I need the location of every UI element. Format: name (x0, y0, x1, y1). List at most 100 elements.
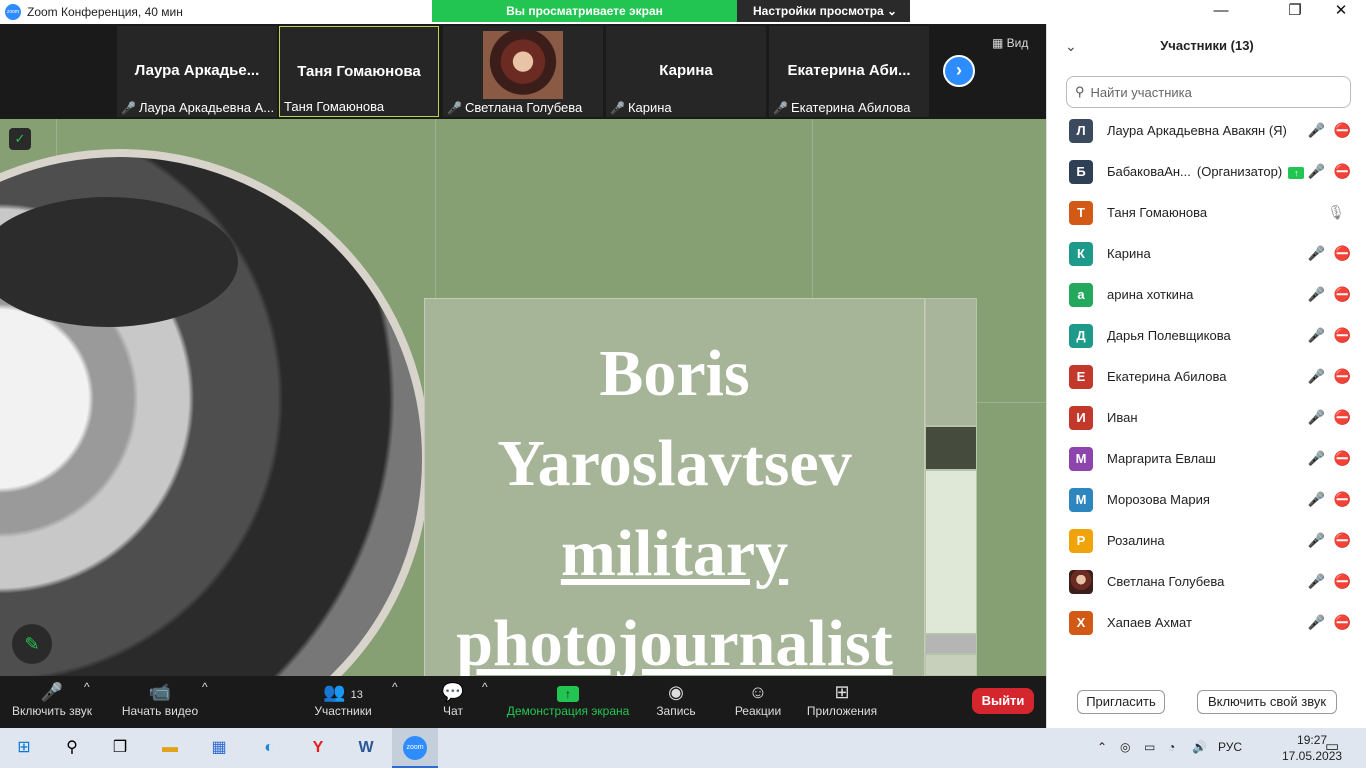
camera-off-icon[interactable]: ⛔ (1334, 573, 1351, 590)
participant-role: (Организатор) (1196, 164, 1283, 179)
audio-options-chevron-icon[interactable]: ^ (84, 680, 90, 694)
participant-name: Хапаев Ахмат (1107, 615, 1192, 630)
invite-button[interactable]: Пригласить (1077, 690, 1165, 714)
record-button[interactable]: ◉ Запись (652, 680, 700, 718)
mic-muted-icon[interactable]: 🎤 (1308, 491, 1325, 508)
mic-muted-icon[interactable]: 🎤 (1308, 614, 1325, 631)
mic-muted-icon[interactable]: 🎤 (1308, 327, 1325, 344)
participant-row[interactable]: Р Розалина 🎤 ⛔ (1047, 520, 1366, 561)
video-tile[interactable]: 🎤 Светлана Голубева (443, 26, 603, 117)
participant-name: Екатерина Абилова (1107, 369, 1226, 384)
battery-icon[interactable]: ▭ (1144, 740, 1155, 754)
yandex-browser-icon[interactable]: Y (306, 736, 330, 760)
participant-name: Маргарита Евлаш (1107, 451, 1216, 466)
camera-off-icon[interactable]: ⛔ (1334, 327, 1351, 344)
zoom-app-icon: zoom (403, 736, 427, 760)
slide-decor-bar (925, 470, 977, 634)
mic-muted-icon[interactable]: 🎤 (1308, 409, 1325, 426)
share-screen-button[interactable]: ↑ Демонстрация экрана (505, 680, 631, 718)
participant-name: Карина (1107, 246, 1151, 261)
video-tile[interactable]: Лаура Аркадье... 🎤 Лаура Аркадьевна А... (117, 26, 277, 117)
task-view-icon[interactable]: ❒ (108, 736, 132, 760)
participant-row[interactable]: Х Хапаев Ахмат 🎤 ⛔ (1047, 602, 1366, 643)
close-button[interactable]: ✕ (1318, 0, 1364, 24)
participant-row[interactable]: М Морозова Мария 🎤 ⛔ (1047, 479, 1366, 520)
participant-row[interactable]: К Карина 🎤 ⛔ (1047, 233, 1366, 274)
reactions-button[interactable]: ☺ Реакции (730, 680, 786, 718)
camera-off-icon[interactable]: ⛔ (1334, 532, 1351, 549)
minimize-button[interactable]: — (1198, 0, 1244, 24)
word-icon[interactable]: W (354, 736, 378, 760)
participant-row[interactable]: Е Екатерина Абилова 🎤 ⛔ (1047, 356, 1366, 397)
camera-off-icon[interactable]: ⛔ (1334, 245, 1351, 262)
search-input[interactable] (1090, 84, 1331, 100)
network-icon[interactable]: ◔ (1168, 740, 1175, 754)
avatar: Х (1069, 610, 1093, 635)
mic-muted-icon[interactable]: 🎤 (1308, 245, 1325, 262)
camera-off-icon[interactable]: ⛔ (1334, 491, 1351, 508)
zoom-taskbar-button[interactable]: zoom (392, 728, 438, 768)
webcam-icon[interactable]: ◎ (1120, 740, 1130, 754)
unmute-self-button[interactable]: Включить свой звук (1197, 690, 1337, 714)
mic-muted-icon[interactable]: 🎤 (1308, 573, 1325, 590)
mic-muted-icon[interactable]: 🎤 (1308, 450, 1325, 467)
camera-off-icon[interactable]: ⛔ (1334, 122, 1351, 139)
notifications-icon[interactable]: ▭ (1325, 737, 1339, 755)
apps-button[interactable]: ⊞ Приложения (804, 680, 880, 718)
volume-icon[interactable]: 🔊 (1192, 740, 1207, 754)
participant-name-text: Дарья Полевщикова (1107, 328, 1231, 343)
avatar: Д (1069, 323, 1093, 348)
mic-muted-icon[interactable]: 🎤 (1308, 532, 1325, 549)
encryption-shield-icon[interactable]: ✓ (9, 128, 31, 150)
participant-search[interactable]: ⚲ (1066, 76, 1351, 108)
shared-screen: Boris Yaroslavtsev military photojournal… (0, 119, 1046, 676)
camera-off-icon[interactable]: ⛔ (1334, 163, 1351, 180)
mic-muted-icon[interactable]: 🎤 (1308, 122, 1325, 139)
participant-row[interactable]: Л Лаура Аркадьевна Авакян (Я) 🎤 ⛔ (1047, 110, 1366, 151)
edge-icon[interactable]: ◐ (257, 736, 281, 760)
annotate-pencil-icon[interactable]: ✎ (12, 624, 52, 664)
participant-name: Иван (1107, 410, 1138, 425)
windows-start-icon[interactable]: ⊞ (12, 736, 36, 760)
tray-chevron-icon[interactable]: ⌃ (1097, 740, 1107, 754)
view-settings-button[interactable]: Настройки просмотра ⌄ (737, 0, 910, 22)
camera-off-icon[interactable]: ⛔ (1334, 450, 1351, 467)
participant-row[interactable]: М Маргарита Евлаш 🎤 ⛔ (1047, 438, 1366, 479)
video-options-chevron-icon[interactable]: ^ (202, 680, 208, 694)
participant-row[interactable]: И Иван 🎤 ⛔ (1047, 397, 1366, 438)
camera-off-icon[interactable]: ⛔ (1334, 286, 1351, 303)
mic-muted-icon[interactable]: 🎤 (1308, 368, 1325, 385)
participant-row[interactable]: Б БабаковаАн... (Организатор) ↑ 🎤 ⛔ (1047, 151, 1366, 192)
store-icon[interactable]: ▦ (207, 736, 231, 760)
participants-options-chevron-icon[interactable]: ^ (392, 680, 398, 694)
unmute-button[interactable]: 🎤 Включить звук (10, 680, 94, 718)
participant-row[interactable]: Светлана Голубева 🎤 ⛔ (1047, 561, 1366, 602)
chat-button[interactable]: 💬 Чат (438, 680, 468, 718)
start-video-button[interactable]: 📹 Начать видео (120, 680, 200, 718)
tile-display-name: Лаура Аркадье... (134, 62, 260, 79)
camera-off-icon[interactable]: ⛔ (1334, 409, 1351, 426)
video-tile[interactable]: Екатерина Аби... 🎤 Екатерина Абилова (769, 26, 929, 117)
viewing-banner: Вы просматриваете экран БабаковаАнастаси… (432, 0, 910, 40)
maximize-button[interactable]: ❐ (1272, 0, 1318, 24)
next-page-arrow-icon[interactable]: › (943, 55, 975, 87)
reactions-smiley-icon: ☺ (748, 682, 768, 702)
file-explorer-icon[interactable]: ▬ (158, 736, 182, 760)
participants-button[interactable]: 👥 13 Участники (310, 680, 376, 718)
camera-off-icon[interactable]: ⛔ (1334, 614, 1351, 631)
participant-row[interactable]: Т Таня Гомаюнова 🎙 (1047, 192, 1366, 233)
view-button[interactable]: ▦ Вид (992, 36, 1028, 50)
participant-row[interactable]: Д Дарья Полевщикова 🎤 ⛔ (1047, 315, 1366, 356)
video-tile-active-speaker[interactable]: Таня Гомаюнова Таня Гомаюнова (279, 26, 439, 117)
participant-row[interactable]: а арина хоткина 🎤 ⛔ (1047, 274, 1366, 315)
mic-muted-icon[interactable]: 🎤 (1308, 286, 1325, 303)
mic-muted-icon[interactable]: 🎤 (1308, 163, 1325, 180)
language-indicator[interactable]: РУС (1218, 740, 1242, 754)
camera-off-icon[interactable]: ⛔ (1334, 368, 1351, 385)
search-icon[interactable]: ⚲ (60, 736, 84, 760)
mic-on-icon[interactable]: 🎙 (1327, 204, 1345, 221)
video-tile[interactable]: Карина 🎤 Карина (606, 26, 766, 117)
chat-options-chevron-icon[interactable]: ^ (482, 680, 488, 694)
avatar: И (1069, 405, 1093, 430)
leave-button[interactable]: Выйти (972, 688, 1034, 714)
